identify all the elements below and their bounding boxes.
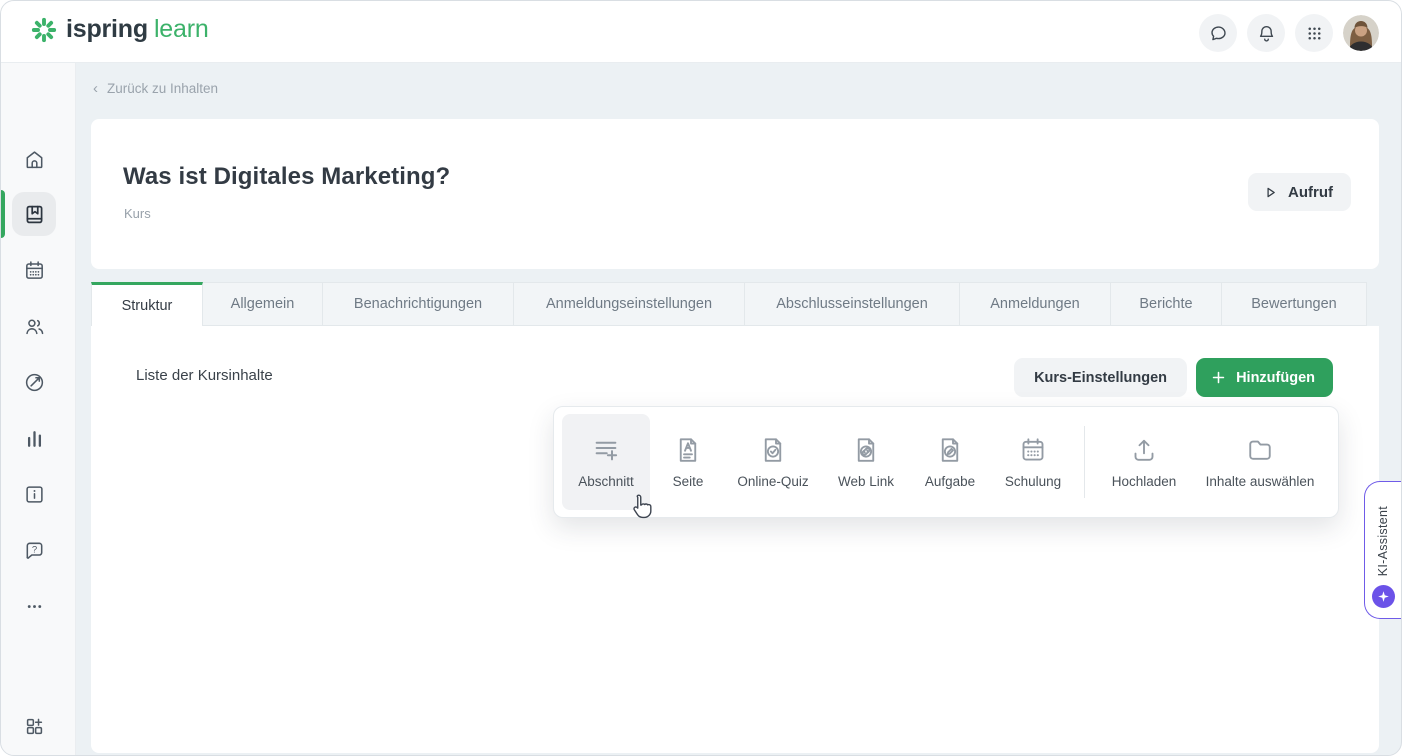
tab-anmeldungseinstellungen[interactable]: Anmeldungseinstellungen	[514, 282, 745, 326]
more-dots-icon	[23, 595, 46, 618]
folder-icon	[1245, 435, 1275, 465]
course-tabs: Struktur Allgemein Benachrichtigungen An…	[91, 282, 1367, 326]
tab-struktur[interactable]: Struktur	[91, 282, 203, 326]
notifications-button[interactable]	[1247, 14, 1285, 52]
sidebar-item-reports[interactable]	[12, 416, 56, 460]
top-actions	[1199, 14, 1379, 52]
ai-assistant-tab[interactable]: KI-Assistent	[1364, 481, 1401, 619]
tab-abschlusseinstellungen[interactable]: Abschlusseinstellungen	[745, 282, 960, 326]
sidebar-item-calendar[interactable]	[12, 248, 56, 292]
chevron-left-icon: ‹	[93, 81, 98, 96]
course-type-label: Kurs	[124, 206, 151, 221]
bar-chart-icon	[23, 427, 46, 450]
logo-wordmark: ispringlearn	[66, 15, 209, 44]
menu-item-seite[interactable]: Seite	[650, 414, 726, 510]
info-box-icon	[23, 483, 46, 506]
ispring-spark-icon	[31, 17, 57, 43]
task-icon	[935, 435, 965, 465]
user-avatar[interactable]	[1343, 15, 1379, 51]
preview-button[interactable]: Aufruf	[1248, 173, 1351, 211]
training-icon	[1018, 435, 1048, 465]
home-icon	[23, 148, 46, 171]
apps-grid-icon	[1305, 24, 1324, 43]
top-bar: ispringlearn	[1, 1, 1402, 63]
sidebar-item-goals[interactable]	[12, 360, 56, 404]
addons-icon	[23, 715, 46, 738]
sidebar-item-more[interactable]	[12, 584, 56, 628]
apps-button[interactable]	[1295, 14, 1333, 52]
course-header-card: Was ist Digitales Marketing? Kurs Aufruf	[91, 119, 1379, 269]
sidebar-item-addons[interactable]	[12, 704, 56, 748]
messages-icon	[1208, 23, 1229, 44]
breadcrumb-label: Zurück zu Inhalten	[107, 81, 218, 96]
messages-button[interactable]	[1199, 14, 1237, 52]
course-settings-button[interactable]: Kurs-Einstellungen	[1014, 358, 1187, 397]
goals-target-icon	[23, 371, 46, 394]
users-icon	[23, 315, 46, 338]
menu-item-schulung[interactable]: Schulung	[988, 414, 1078, 510]
courses-book-icon	[23, 203, 46, 226]
menu-item-inhalte-auswaehlen[interactable]: Inhalte auswählen	[1197, 414, 1323, 510]
upload-icon	[1129, 435, 1159, 465]
sidebar-item-help[interactable]: ?	[12, 528, 56, 572]
plus-icon	[1210, 369, 1227, 386]
menu-item-abschnitt[interactable]: Abschnitt	[562, 414, 650, 510]
add-content-menu: Abschnitt Seite Online-Quiz Web Link Auf…	[553, 406, 1339, 518]
weblink-icon	[851, 435, 881, 465]
tab-berichte[interactable]: Berichte	[1111, 282, 1222, 326]
notifications-icon	[1256, 23, 1277, 44]
add-button-label: Hinzufügen	[1236, 370, 1315, 386]
menu-item-aufgabe[interactable]: Aufgabe	[912, 414, 988, 510]
page-title: Was ist Digitales Marketing?	[123, 163, 450, 191]
calendar-icon	[23, 259, 46, 282]
tab-allgemein[interactable]: Allgemein	[203, 282, 323, 326]
ai-sparkle-icon	[1372, 585, 1395, 608]
sidebar-item-users[interactable]	[12, 304, 56, 348]
sidebar-item-home[interactable]	[12, 137, 56, 181]
menu-item-online-quiz[interactable]: Online-Quiz	[726, 414, 820, 510]
menu-divider	[1084, 426, 1085, 498]
ispring-learn-logo[interactable]: ispringlearn	[31, 15, 209, 44]
add-content-button[interactable]: Hinzufügen	[1196, 358, 1333, 397]
sidebar: ? AT	[1, 63, 76, 756]
page-icon	[673, 435, 703, 465]
preview-button-label: Aufruf	[1288, 184, 1333, 201]
app-window: ispringlearn	[0, 0, 1402, 756]
menu-item-hochladen[interactable]: Hochladen	[1091, 414, 1197, 510]
course-content-panel: Liste der Kursinhalte Kurs-Einstellungen…	[91, 326, 1379, 753]
ai-assistant-label: KI-Assistent	[1376, 506, 1390, 576]
breadcrumb-back-link[interactable]: ‹ Zurück zu Inhalten	[93, 81, 218, 96]
help-bubble-icon: ?	[23, 539, 46, 562]
tab-anmeldungen[interactable]: Anmeldungen	[960, 282, 1111, 326]
play-icon	[1262, 184, 1279, 201]
menu-item-web-link[interactable]: Web Link	[820, 414, 912, 510]
section-add-icon	[591, 435, 621, 465]
tab-benachrichtigungen[interactable]: Benachrichtigungen	[323, 282, 514, 326]
sidebar-active-indicator	[1, 190, 5, 238]
tab-bewertungen[interactable]: Bewertungen	[1222, 282, 1367, 326]
sidebar-item-catalog[interactable]	[12, 472, 56, 516]
content-list-title: Liste der Kursinhalte	[136, 367, 273, 384]
quiz-icon	[758, 435, 788, 465]
sidebar-item-courses[interactable]	[12, 192, 56, 236]
svg-text:?: ?	[31, 544, 36, 555]
